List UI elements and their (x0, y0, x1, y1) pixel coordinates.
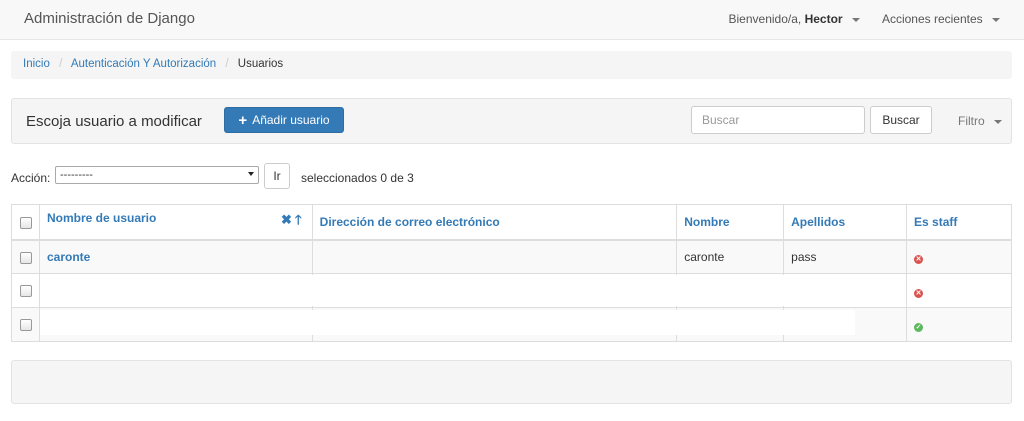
no-icon: ✕ (914, 254, 924, 264)
username-cell: caronte (38, 239, 313, 274)
selection-counter: seleccionados 0 de 3 (301, 171, 414, 185)
row-select-cell (11, 273, 40, 308)
go-button[interactable]: Ir (264, 163, 290, 189)
recent-actions-label: Acciones recientes (881, 12, 983, 26)
column-header-first-name[interactable]: Nombre (676, 204, 785, 241)
breadcrumb-separator: / (59, 58, 63, 70)
column-header-email[interactable]: Dirección de correo electrónico (311, 204, 678, 241)
breadcrumb-section[interactable]: Autenticación Y Autorización (71, 58, 216, 70)
chevron-down-icon (992, 17, 1000, 22)
page-title: Escoja usuario a modificar (26, 113, 202, 130)
sort-ascending-icon[interactable]: 🡑 (295, 212, 305, 227)
filter-dropdown[interactable]: Filtro (958, 114, 1003, 128)
search-button[interactable]: Buscar (870, 106, 932, 134)
plus-icon: + (238, 111, 248, 129)
table-header-row: Nombre de usuario ✖🡑 Dirección de correo… (11, 204, 1012, 241)
breadcrumb-home[interactable]: Inicio (23, 58, 50, 70)
is-staff-cell: ✓ (906, 307, 1012, 342)
changelist-toolbar: Escoja usuario a modificar + Añadir usua… (11, 98, 1012, 144)
breadcrumb-separator: / (225, 58, 229, 70)
chevron-down-icon (851, 17, 860, 22)
redaction-block (40, 310, 855, 335)
welcome-text: Bienvenido/a, (728, 12, 802, 26)
filter-label: Filtro (958, 114, 985, 128)
select-all-checkbox[interactable] (20, 216, 32, 229)
is-staff-cell: ✕ (906, 273, 1012, 308)
row-checkbox[interactable] (20, 285, 32, 298)
no-icon: ✕ (914, 288, 924, 298)
row-select-cell (11, 239, 40, 274)
user-menu[interactable]: Bienvenido/a, Hector (729, 12, 860, 26)
action-select[interactable]: --------- (55, 166, 259, 184)
navbar-right: Bienvenido/a, Hector Acciones recientes (729, 12, 1000, 26)
add-user-label: Añadir usuario (252, 113, 330, 127)
column-header-last-name[interactable]: Apellidos (783, 204, 908, 241)
row-checkbox[interactable] (20, 251, 32, 264)
column-header-username[interactable]: Nombre de usuario ✖🡑 (38, 204, 313, 241)
add-user-button[interactable]: + Añadir usuario (224, 107, 344, 133)
site-brand[interactable]: Administración de Django (24, 10, 195, 27)
pagination-panel (11, 360, 1012, 404)
breadcrumb: Inicio / Autenticación Y Autorización / … (11, 51, 1012, 79)
last-name-cell: pass (783, 239, 908, 274)
action-selected-value: --------- (60, 169, 93, 181)
table-row: caronte caronte pass ✕ (11, 239, 1012, 274)
sort-controls[interactable]: ✖🡑 (281, 211, 305, 233)
chevron-down-icon (994, 119, 1003, 124)
select-all-cell (11, 204, 40, 241)
dropdown-arrow-icon (248, 172, 254, 176)
column-label: Nombre de usuario (46, 210, 157, 225)
email-cell (311, 239, 678, 274)
row-select-cell (11, 307, 40, 342)
actions-bar: Acción: --------- Ir seleccionados 0 de … (11, 163, 611, 190)
navbar: Administración de Django Bienvenido/a, H… (0, 0, 1024, 40)
row-checkbox[interactable] (20, 319, 32, 332)
redaction-block (40, 275, 808, 306)
search-input[interactable] (691, 106, 865, 134)
yes-icon: ✓ (914, 322, 924, 332)
first-name-cell: caronte (676, 239, 785, 274)
breadcrumb-current: Usuarios (237, 58, 284, 70)
username: Hector (804, 12, 843, 26)
column-header-is-staff[interactable]: Es staff (906, 204, 1012, 241)
remove-sort-icon[interactable]: ✖ (281, 212, 295, 227)
is-staff-cell: ✕ (906, 239, 1012, 274)
recent-actions-menu[interactable]: Acciones recientes (882, 12, 1000, 26)
user-link[interactable]: caronte (47, 250, 90, 264)
action-label: Acción: (11, 171, 51, 185)
